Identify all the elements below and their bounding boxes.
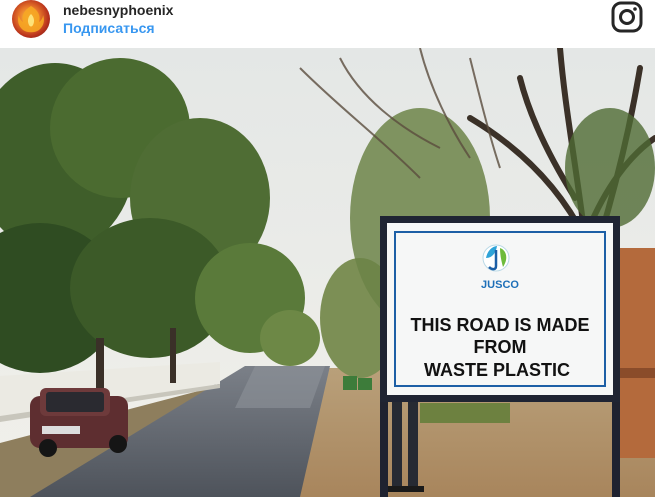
follow-button[interactable]: Подписаться <box>63 20 155 36</box>
post-photo: JUSCO THIS ROAD IS MADE FROM WASTE PLAST… <box>0 48 655 497</box>
username[interactable]: nebesnyphoenix <box>63 2 173 18</box>
road-sign: JUSCO THIS ROAD IS MADE FROM WASTE PLAST… <box>380 216 620 402</box>
avatar[interactable] <box>12 0 50 38</box>
sign-line-3: WASTE PLASTIC <box>424 360 570 380</box>
building <box>620 248 655 458</box>
sign-logo-text: JUSCO <box>481 279 519 291</box>
car <box>30 388 128 457</box>
jusco-logo-icon <box>482 244 510 272</box>
sign-line-2: FROM <box>474 337 527 357</box>
post-header: nebesnyphoenix Подписаться <box>0 0 655 48</box>
instagram-icon[interactable] <box>611 1 643 33</box>
sign-line-1: THIS ROAD IS MADE <box>410 315 589 335</box>
